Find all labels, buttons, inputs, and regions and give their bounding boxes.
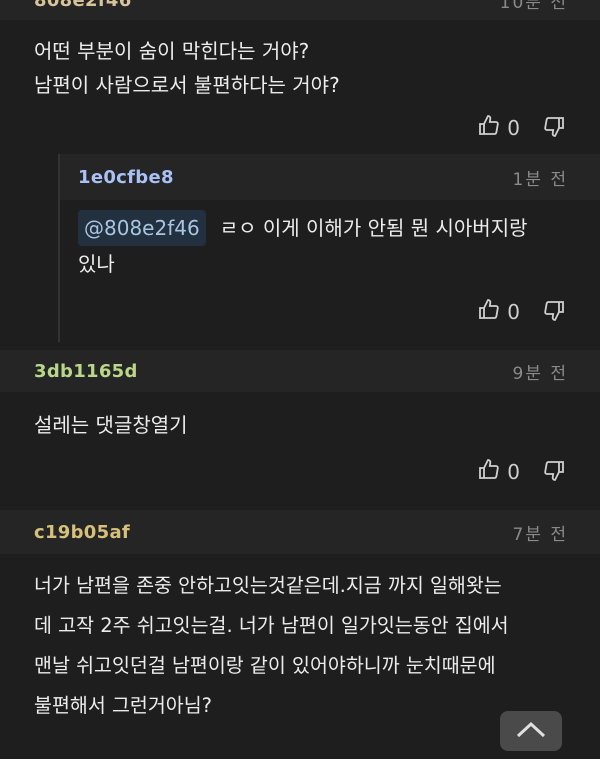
thumbs-up-icon <box>477 298 501 327</box>
comment-header: 808e2f46 10분 전 <box>0 0 600 20</box>
comment-line: 남편이 사람으로서 불편하다는 거야? <box>34 73 340 97</box>
scroll-to-top-button[interactable] <box>500 711 562 751</box>
comment-time: 10분 전 <box>499 0 568 13</box>
comment-line: 설레는 댓글창열기 <box>34 413 188 437</box>
dislike-button[interactable] <box>542 114 566 143</box>
comment-item: c19b05af 7분 전 너가 남편을 존중 안하고잇는것같은데.지금 까지 … <box>0 510 600 726</box>
comment-line: 맨날 쉬고잇던걸 남편이랑 같이 있어야하니까 눈치때문에 <box>34 654 496 677</box>
comment-line: 불편해서 그런거아님? <box>34 694 213 717</box>
comment-header: 3db1165d 9분 전 <box>0 350 600 392</box>
comment-body: 어떤 부분이 숨이 막힌다는 거야? 남편이 사람으로서 불편하다는 거야? <box>0 20 600 102</box>
comment-item: 3db1165d 9분 전 설레는 댓글창열기 0 <box>0 350 600 502</box>
comment-time: 9분 전 <box>512 363 568 384</box>
comment-line: 너가 남편을 존중 안하고잇는것같은데.지금 까지 일해왓는 <box>34 574 502 597</box>
dislike-button[interactable] <box>542 458 566 487</box>
comment-item: 808e2f46 10분 전 어떤 부분이 숨이 막힌다는 거야? 남편이 사람… <box>0 0 600 154</box>
comment-line: @808e2f46 ㄹㅇ 이게 이해가 안됨 뭔 시아버지랑 <box>78 210 570 246</box>
thumbs-down-icon <box>542 298 566 327</box>
comment-text: ㄹㅇ 이게 이해가 안됨 뭔 시아버지랑 <box>219 216 528 240</box>
comment-username[interactable]: c19b05af <box>34 522 130 543</box>
mention-tag[interactable]: @808e2f46 <box>78 210 206 246</box>
comment-username[interactable]: 3db1165d <box>34 361 138 382</box>
comment-body: @808e2f46 ㄹㅇ 이게 이해가 안됨 뭔 시아버지랑 있나 <box>60 200 600 282</box>
like-button[interactable]: 0 <box>477 458 542 487</box>
reply-header: 1e0cfbe8 1분 전 <box>60 154 600 200</box>
comment-line: 있나 <box>78 252 115 276</box>
like-count: 0 <box>507 300 520 324</box>
like-button[interactable]: 0 <box>477 298 542 327</box>
reply-item: 1e0cfbe8 1분 전 @808e2f46 ㄹㅇ 이게 이해가 안됨 뭔 시아… <box>58 154 600 342</box>
thumbs-down-icon <box>542 458 566 487</box>
comment-actions: 0 <box>60 282 600 342</box>
thumbs-up-icon <box>477 114 501 143</box>
thumbs-up-icon <box>477 458 501 487</box>
chevron-up-icon <box>514 718 548 744</box>
comment-username[interactable]: 1e0cfbe8 <box>78 167 174 188</box>
comment-body: 너가 남편을 존중 안하고잇는것같은데.지금 까지 일해왓는 데 고작 2주 쉬… <box>0 554 600 726</box>
dislike-button[interactable] <box>542 298 566 327</box>
like-count: 0 <box>507 116 520 140</box>
comment-time: 1분 전 <box>512 169 568 190</box>
comment-time: 7분 전 <box>512 524 568 545</box>
comment-line: 데 고작 2주 쉬고잇는걸. 너가 남편이 일가잇는동안 집에서 <box>34 614 509 637</box>
comment-username[interactable]: 808e2f46 <box>34 0 132 11</box>
comment-actions: 0 <box>0 442 600 502</box>
comment-header: c19b05af 7분 전 <box>0 510 600 554</box>
comment-line: 어떤 부분이 숨이 막힌다는 거야? <box>34 39 310 63</box>
like-count: 0 <box>507 460 520 484</box>
thumbs-down-icon <box>542 114 566 143</box>
comment-actions: 0 <box>0 102 600 154</box>
comment-body: 설레는 댓글창열기 <box>0 392 600 442</box>
like-button[interactable]: 0 <box>477 114 542 143</box>
